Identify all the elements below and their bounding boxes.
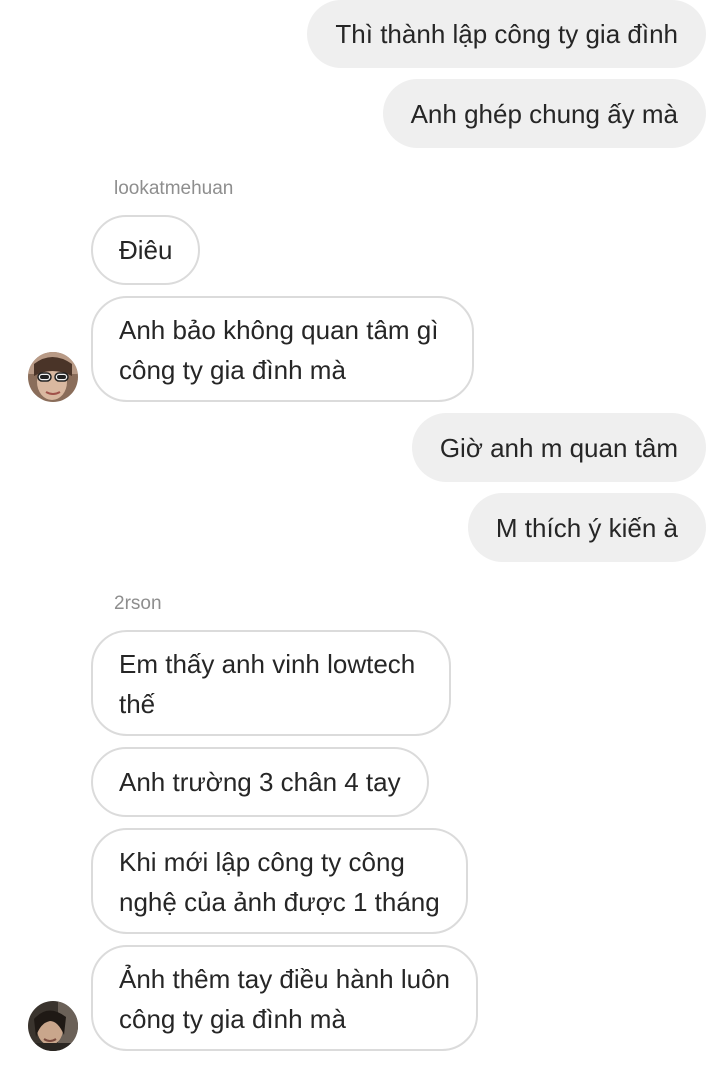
message-text-line: Ảnh thêm tay điều hành luôn	[119, 964, 451, 994]
avatar-photo-icon	[28, 352, 78, 402]
message-text-line: nghệ của ảnh được 1 tháng	[119, 887, 440, 917]
outgoing-message[interactable]: Giờ anh m quan tâm	[411, 413, 706, 482]
incoming-message[interactable]: Khi mới lập công ty công nghệ của ảnh đư…	[91, 828, 468, 934]
message-text: Anh trường 3 chân 4 tay	[119, 767, 401, 797]
message-text: Anh ghép chung ấy mà	[410, 99, 678, 129]
message-text-line: công ty gia đình mà	[119, 355, 346, 385]
message-text-line: Em thấy anh vinh lowtech	[119, 649, 416, 679]
incoming-message[interactable]: Em thấy anh vinh lowtech thế	[91, 630, 452, 736]
message-text: Điêu	[119, 235, 173, 265]
incoming-message[interactable]: Điêu	[91, 215, 201, 285]
message-text-line: thế	[119, 689, 156, 719]
message-text-line: Khi mới lập công ty công	[119, 847, 405, 877]
message-text: Giờ anh m quan tâm	[439, 433, 678, 463]
incoming-message[interactable]: Ảnh thêm tay điều hành luôn công ty gia …	[91, 945, 479, 1051]
incoming-message[interactable]: Anh bảo không quan tâm gì công ty gia đì…	[91, 296, 475, 402]
sender-avatar[interactable]	[28, 1001, 78, 1051]
incoming-message[interactable]: Anh trường 3 chân 4 tay	[91, 747, 429, 817]
message-text-line: công ty gia đình mà	[119, 1004, 346, 1034]
outgoing-message[interactable]: Anh ghép chung ấy mà	[382, 79, 706, 148]
outgoing-message[interactable]: M thích ý kiến à	[467, 493, 706, 562]
message-text: M thích ý kiến à	[495, 513, 678, 543]
sender-name: lookatmehuan	[114, 178, 234, 199]
message-text: Thì thành lập công ty gia đình	[335, 19, 678, 49]
outgoing-message[interactable]: Thì thành lập công ty gia đình	[307, 0, 706, 68]
avatar-photo-icon	[28, 1001, 78, 1051]
message-text-line: Anh bảo không quan tâm gì	[119, 315, 439, 345]
sender-name: 2rson	[114, 593, 162, 614]
sender-avatar[interactable]	[28, 352, 78, 402]
